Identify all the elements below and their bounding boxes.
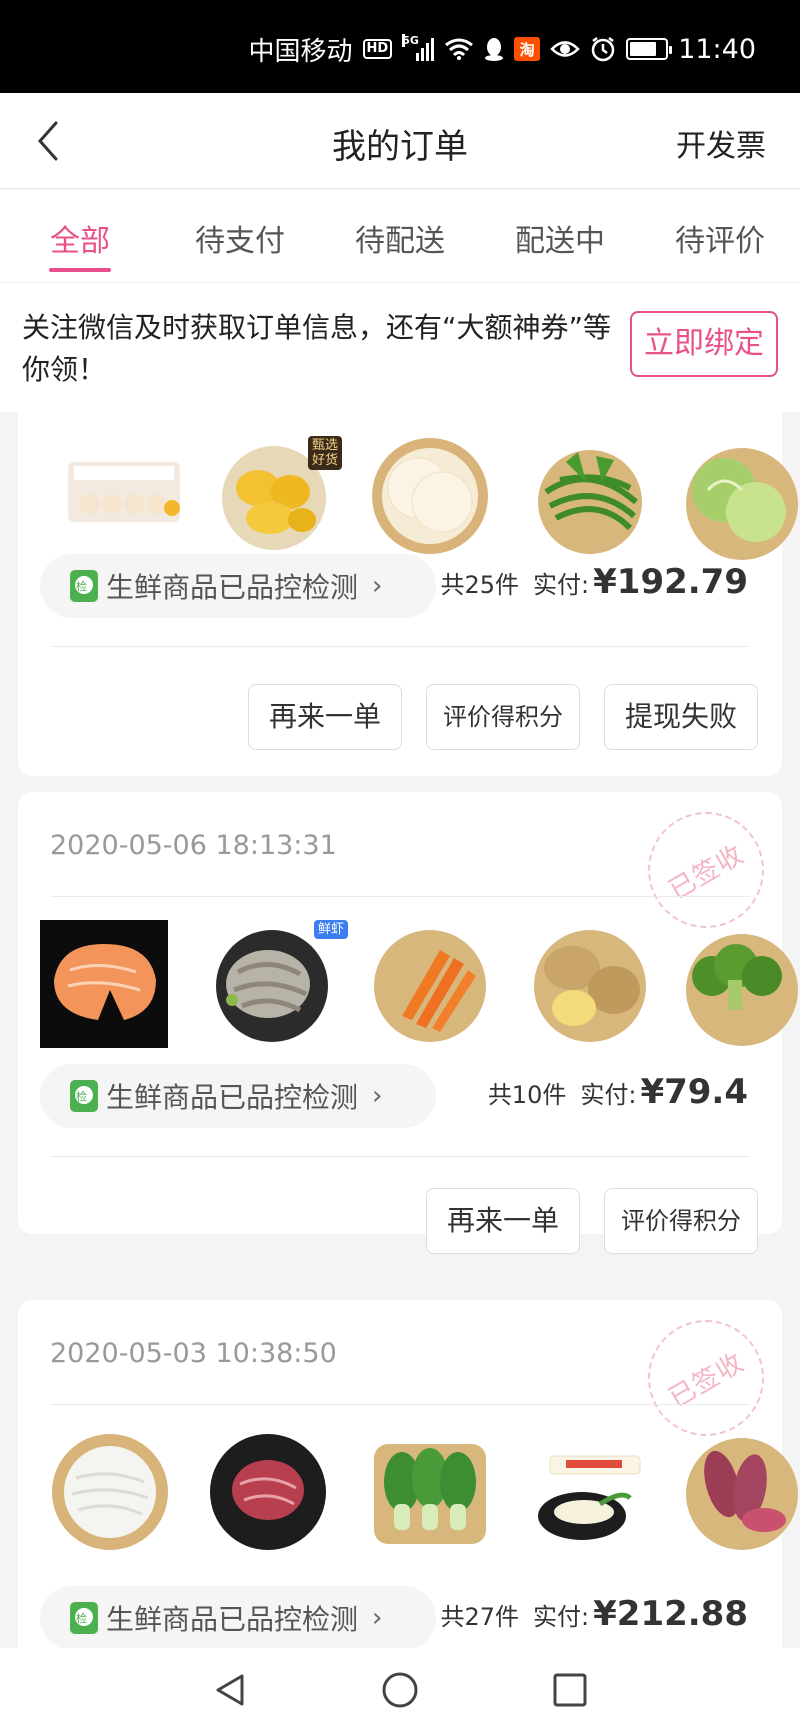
tab-pending-payment[interactable]: 待支付	[160, 190, 320, 282]
battery-icon	[626, 38, 673, 60]
order-date: 2020-05-06 18:13:31	[50, 830, 337, 861]
divider	[50, 1156, 750, 1157]
paid-amount: ¥192.79	[593, 562, 748, 602]
selected-goods-tag: 甄选好货	[308, 436, 342, 470]
order-total: 共25件 实付: ¥192.79	[441, 562, 749, 602]
nav-bar: 我的订单 开发票	[0, 93, 800, 189]
shrimp-thumb	[216, 930, 328, 1042]
order-card[interactable]: 甄选好货 生鲜商品已品控检测 › 共25件 实付: ¥192.79 再来一单 评…	[18, 412, 798, 776]
invoice-button[interactable]: 开发票	[676, 121, 766, 165]
order-card[interactable]: 2020-05-03 10:38:50 已签收 检 生鲜商品已品控检测 › 共2…	[18, 1300, 798, 1648]
chevron-right-icon: ›	[372, 1081, 383, 1111]
signal-icon: 5G	[402, 34, 435, 61]
back-triangle-icon[interactable]	[210, 1670, 250, 1710]
bok-choy-thumb	[374, 1444, 486, 1544]
signed-stamp: 已签收	[648, 1320, 764, 1436]
quality-check-row[interactable]: 生鲜商品已品控检测 ›	[40, 1064, 436, 1128]
bind-now-button[interactable]: 立即绑定	[630, 311, 778, 377]
review-points-button[interactable]: 评价得积分	[604, 1188, 758, 1254]
tab-pending-review[interactable]: 待评价	[640, 190, 800, 282]
status-bar: 中国移动 HD 5G 淘 11:40	[0, 0, 800, 93]
alarm-icon	[591, 37, 615, 62]
qq-icon	[485, 38, 504, 61]
rice-noodles-thumb	[52, 1434, 168, 1550]
order-tabs: 全部 待支付 待配送 配送中 待评价	[0, 190, 800, 282]
hd-icon: HD	[362, 39, 393, 59]
tab-pending-delivery[interactable]: 待配送	[320, 190, 480, 282]
order-list[interactable]: 甄选好货 生鲜商品已品控检测 › 共25件 实付: ¥192.79 再来一单 评…	[0, 412, 800, 1648]
broccoli-thumb	[686, 934, 798, 1046]
eggs-thumb	[68, 462, 180, 522]
paid-amount: ¥212.88	[593, 1594, 748, 1634]
potatoes-thumb	[534, 930, 646, 1042]
item-count: 共10件	[487, 1081, 567, 1109]
paid-amount: ¥79.4	[640, 1072, 748, 1112]
tofu-thumb	[538, 1455, 641, 1540]
wechat-banner: 关注微信及时获取订单信息，还有“大额神券”等你领！ 立即绑定	[0, 282, 800, 412]
system-navigation-bar	[0, 1648, 800, 1733]
quality-check-label: 生鲜商品已品控检测	[106, 1603, 359, 1636]
withdraw-failed-button[interactable]: 提现失败	[604, 684, 758, 750]
wifi-icon	[445, 38, 474, 60]
chevron-right-icon: ›	[372, 571, 383, 601]
reorder-button[interactable]: 再来一单	[248, 684, 402, 750]
beef-slices-thumb	[210, 1434, 326, 1550]
dumpling-wrappers-thumb	[372, 438, 488, 554]
green-beans-thumb	[538, 450, 642, 554]
product-thumbs[interactable]: 鲜虾	[38, 920, 798, 1060]
taobao-icon: 淘	[514, 37, 541, 61]
eye-icon	[550, 41, 580, 57]
tab-all[interactable]: 全部	[0, 190, 160, 282]
reorder-button[interactable]: 再来一单	[426, 1188, 580, 1254]
order-date: 2020-05-03 10:38:50	[50, 1338, 337, 1369]
quality-check-label: 生鲜商品已品控检测	[106, 571, 359, 604]
divider	[50, 1404, 750, 1405]
banner-text: 关注微信及时获取订单信息，还有“大额神券”等你领！	[22, 311, 612, 386]
carrier-label: 中国移动	[248, 36, 353, 67]
quality-check-label: 生鲜商品已品控检测	[106, 1081, 359, 1114]
recents-square-icon[interactable]	[550, 1670, 590, 1710]
chevron-right-icon: ›	[372, 1603, 383, 1633]
paid-label: 实付:	[533, 571, 590, 599]
paid-label: 实付:	[580, 1081, 637, 1109]
sweet-potatoes-thumb	[686, 1438, 798, 1550]
divider	[50, 896, 750, 897]
divider	[50, 646, 750, 647]
item-count: 共27件	[440, 1603, 520, 1631]
item-count: 共25件	[440, 571, 520, 599]
product-thumbs[interactable]: 甄选好货	[38, 432, 798, 572]
signed-stamp: 已签收	[648, 812, 764, 928]
order-total: 共10件 实付: ¥79.4	[488, 1072, 748, 1112]
paid-label: 实付:	[533, 1603, 590, 1631]
quality-check-icon	[70, 570, 98, 602]
cabbage-thumb	[686, 448, 798, 560]
order-total: 共27件 实付: ¥212.88	[441, 1594, 749, 1634]
tab-delivering[interactable]: 配送中	[480, 190, 640, 282]
fresh-shrimp-tag: 鲜虾	[314, 920, 349, 939]
status-time: 11:40	[678, 33, 756, 65]
quality-check-icon	[70, 1602, 98, 1634]
quality-check-row[interactable]: 生鲜商品已品控检测 ›	[40, 1586, 436, 1648]
salmon-thumb	[40, 920, 168, 1048]
carrots-thumb	[374, 930, 486, 1042]
product-thumbs[interactable]	[38, 1428, 798, 1568]
home-circle-icon[interactable]	[380, 1670, 420, 1710]
quality-check-row[interactable]: 生鲜商品已品控检测 ›	[40, 554, 436, 618]
order-card[interactable]: 2020-05-06 18:13:31 已签收 鲜虾 检 生鲜商品已品控检测 ›…	[18, 792, 798, 1254]
quality-check-icon	[70, 1080, 98, 1112]
review-points-button[interactable]: 评价得积分	[426, 684, 580, 750]
